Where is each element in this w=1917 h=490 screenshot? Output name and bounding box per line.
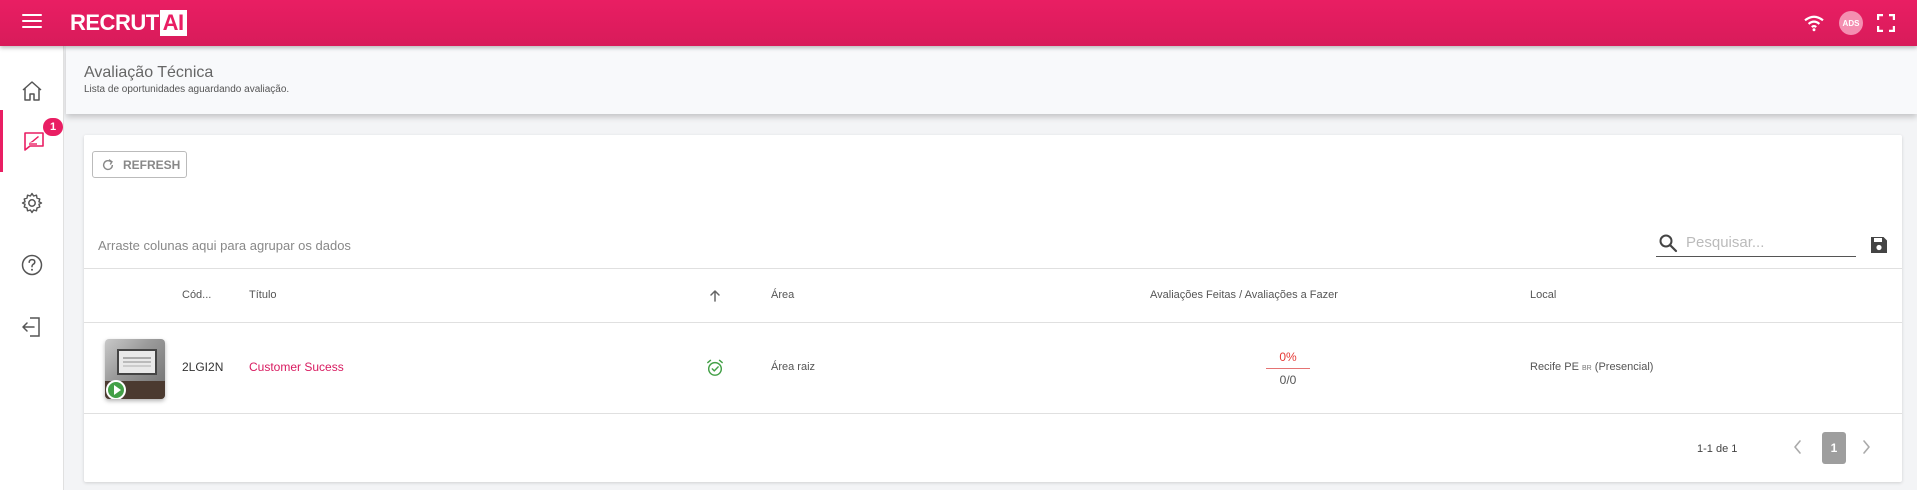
help-icon (21, 254, 43, 276)
sidebar-item-help[interactable] (0, 234, 64, 296)
home-icon (22, 81, 42, 101)
column-header-title[interactable]: Título (249, 289, 277, 301)
page-header: Avaliação Técnica Lista de oportunidades… (66, 46, 1917, 114)
evaluation-icon (23, 132, 44, 151)
app-logo[interactable]: RECRUT AI (70, 9, 187, 37)
search-box (1656, 229, 1856, 257)
alarm-clock-check-icon (707, 359, 723, 376)
search-icon (1659, 234, 1678, 252)
page-title: Avaliação Técnica (84, 64, 214, 81)
refresh-icon (102, 158, 114, 170)
cell-local: Recife PE BR (Presencial) (1530, 361, 1653, 373)
menu-icon[interactable] (22, 14, 42, 32)
local-mode: (Presencial) (1594, 361, 1654, 373)
video-thumbnail[interactable] (105, 339, 165, 399)
content-card: REFRESH Arraste colunas aqui para agrupa… (84, 135, 1902, 482)
wifi-icon[interactable] (1803, 14, 1825, 32)
table-header: Cód... Título Área Avaliações Feitas / A… (84, 268, 1902, 323)
save-icon[interactable] (1870, 236, 1888, 254)
pager-info: 1-1 de 1 (1697, 443, 1738, 455)
notification-badge: 1 (43, 118, 63, 136)
top-right-controls: ADS (1803, 0, 1917, 46)
refresh-button[interactable]: REFRESH (92, 151, 187, 178)
sidebar-item-technical-evaluation[interactable]: 1 (0, 110, 64, 172)
logout-icon (22, 317, 40, 337)
local-country: BR (1581, 365, 1592, 372)
sidebar: 1 (0, 46, 64, 490)
column-header-area[interactable]: Área (771, 289, 794, 301)
column-header-local[interactable]: Local (1530, 289, 1556, 301)
progress-ratio: 0/0 (1279, 373, 1297, 387)
cell-title-link[interactable]: Customer Sucess (249, 360, 344, 374)
sort-arrow-up-icon[interactable] (708, 289, 722, 303)
logo-ai-text: AI (159, 10, 187, 36)
sidebar-item-logout[interactable] (0, 296, 64, 358)
group-panel[interactable]: Arraste colunas aqui para agrupar os dad… (98, 238, 351, 253)
play-icon[interactable] (106, 380, 126, 399)
sidebar-item-settings[interactable] (0, 172, 64, 234)
chevron-left-icon[interactable] (1790, 438, 1806, 456)
page-subtitle: Lista de oportunidades aguardando avalia… (84, 84, 290, 95)
user-avatar[interactable]: ADS (1839, 11, 1863, 35)
gear-icon (21, 192, 43, 214)
table-row[interactable]: 2LGI2N Customer Sucess Área raiz 0% 0/0 … (84, 323, 1902, 414)
pager-page-button[interactable]: 1 (1822, 432, 1846, 464)
laptop-screen (117, 349, 157, 375)
column-header-evaluations[interactable]: Avaliações Feitas / Avaliações a Fazer (1150, 289, 1338, 301)
cell-evaluation-progress: 0% 0/0 (1266, 350, 1310, 387)
cell-code: 2LGI2N (182, 360, 224, 374)
fullscreen-icon[interactable] (1877, 14, 1895, 32)
refresh-label: REFRESH (123, 157, 181, 172)
cell-area: Área raiz (771, 361, 816, 373)
progress-percent: 0% (1266, 350, 1310, 369)
search-input[interactable] (1686, 234, 1846, 251)
chevron-right-icon[interactable] (1858, 438, 1874, 456)
logo-text: RECRUT (70, 10, 159, 35)
top-bar: RECRUT AI ADS (0, 0, 1917, 46)
column-header-code[interactable]: Cód... (182, 289, 211, 301)
local-city: Recife PE (1530, 361, 1579, 373)
